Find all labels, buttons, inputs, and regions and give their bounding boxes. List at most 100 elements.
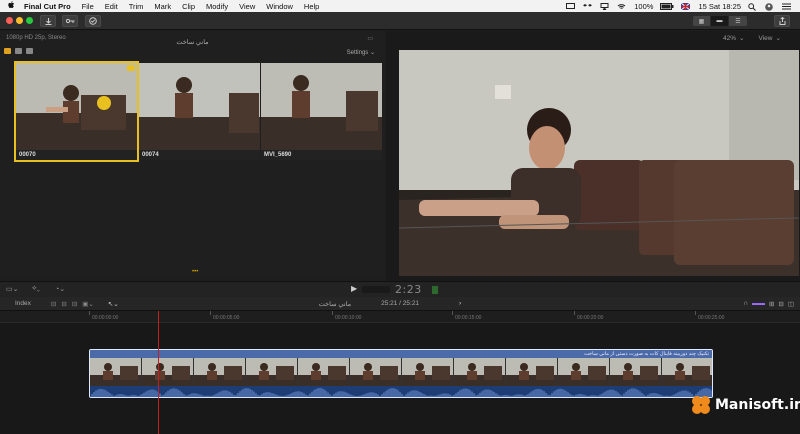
- clip-name: 00074: [139, 150, 260, 160]
- audio-lanes-icon[interactable]: ⊟: [778, 300, 783, 308]
- dropbox-icon[interactable]: [583, 3, 593, 10]
- connect-clip-icon[interactable]: ⊟: [51, 300, 56, 308]
- filmstrip-frame: [610, 358, 662, 386]
- select-tool-icon[interactable]: ↖⌄: [108, 300, 119, 308]
- ruler-label: 00:00:05:00: [213, 315, 240, 321]
- menu-modify[interactable]: Modify: [206, 2, 228, 11]
- menu-window[interactable]: Window: [266, 2, 293, 11]
- filmstrip-frame: [142, 358, 194, 386]
- timeline-ruler[interactable]: 00:00:00:00 00:00:05:00 00:00:10:00 00:0…: [0, 311, 800, 323]
- menu-trim[interactable]: Trim: [129, 2, 144, 11]
- clock: 15 Sat 18:25: [698, 1, 741, 11]
- play-button[interactable]: ▶: [351, 284, 357, 293]
- menu-help[interactable]: Help: [304, 2, 319, 11]
- menu-edit[interactable]: Edit: [105, 2, 118, 11]
- wifi-icon[interactable]: [617, 3, 627, 10]
- search-icon[interactable]: [748, 2, 758, 11]
- menu-clip[interactable]: Clip: [182, 2, 195, 11]
- music-icon[interactable]: [26, 48, 33, 54]
- airplay-icon[interactable]: [600, 2, 610, 10]
- filmstrip-frame: [194, 358, 246, 386]
- share-button[interactable]: [774, 15, 790, 27]
- viewer-panel: 42% ⌄ View ⌄: [386, 31, 800, 281]
- watermark-text: Manisoft.ir: [715, 397, 800, 413]
- share-icon: [779, 17, 785, 25]
- audio-meter-icon: [432, 286, 438, 294]
- index-button[interactable]: Index: [15, 300, 31, 307]
- menu-final-cut-pro[interactable]: Final Cut Pro: [24, 2, 71, 11]
- timeline-header: Index ⊟ ⊟ ⊟ ▣⌄ ↖⌄ ماني ساخت 25:21 / 25:2…: [0, 297, 800, 311]
- skimming-icon[interactable]: ▬▬: [752, 300, 765, 307]
- overwrite-clip-icon[interactable]: ▣⌄: [82, 300, 94, 308]
- key-icon: [65, 18, 74, 24]
- clip-name: 00070: [16, 150, 137, 160]
- transform-tool-icon[interactable]: ⟡⌄: [32, 285, 40, 293]
- apple-icon[interactable]: [8, 1, 18, 11]
- filmstrip-frame: [402, 358, 454, 386]
- zoom-slider-icon[interactable]: ◫: [788, 300, 794, 308]
- filmstrip-frame: [350, 358, 402, 386]
- filmstrip-frame: [90, 358, 142, 386]
- close-button[interactable]: [6, 17, 13, 24]
- chevron-right-icon[interactable]: ›: [459, 300, 461, 307]
- zoom-level[interactable]: 42%: [723, 35, 736, 42]
- speed-tool-icon[interactable]: ◔⌄: [55, 285, 65, 293]
- browser-panel: 1080p HD 25p, Stereo ▭ ماني ساخت Setting…: [0, 31, 385, 276]
- filmstrip-frame: [558, 358, 610, 386]
- photos-icon[interactable]: [15, 48, 22, 54]
- project-duration: 25:21 / 25:21: [381, 300, 420, 307]
- timeline-clip[interactable]: تکنیک چند دوربینه فاینال کات به صورت دست…: [89, 349, 713, 398]
- settings-button[interactable]: Settings ⌄: [347, 49, 375, 56]
- view-menu[interactable]: View: [758, 35, 772, 42]
- battery-percent: 100%: [634, 1, 654, 11]
- ruler-label: 00:00:15:00: [455, 315, 482, 321]
- library-icon[interactable]: [4, 48, 11, 54]
- browser-toggle-icon[interactable]: ▦: [693, 16, 711, 26]
- resize-handle-icon[interactable]: •••: [192, 269, 198, 275]
- filmstrip-frame: [298, 358, 350, 386]
- timecode-background: [362, 286, 390, 293]
- ruler-label: 00:00:20:00: [577, 315, 604, 321]
- timeline-toggle-icon[interactable]: ▬: [711, 16, 729, 26]
- clip-preview: [16, 63, 137, 150]
- clip-thumbnail[interactable]: 00070: [14, 61, 139, 162]
- timeline-area[interactable]: تکنیک چند دوربینه فاینال کات به صورت دست…: [0, 323, 800, 434]
- manisoft-logo-icon: [692, 396, 710, 414]
- ruler-label: 00:00:10:00: [335, 315, 362, 321]
- menu-view[interactable]: View: [239, 2, 255, 11]
- chevron-down-icon: ⌄: [739, 35, 745, 42]
- user-avatar-icon[interactable]: [765, 2, 775, 11]
- zoom-button[interactable]: [26, 17, 33, 24]
- notification-list-icon[interactable]: [782, 3, 792, 10]
- filmstrip-frame: [506, 358, 558, 386]
- clip-thumbnail[interactable]: 00074: [139, 63, 260, 160]
- clip-appearance-icon[interactable]: ▭⌄: [6, 285, 18, 293]
- filmstrip-frame: [662, 358, 712, 386]
- import-button[interactable]: [40, 15, 56, 27]
- viewer-controls-bar: ▭⌄ ⟡⌄ ◔⌄ ▶ 2:23: [0, 281, 800, 297]
- keyword-button[interactable]: [62, 15, 78, 27]
- flag-icon[interactable]: [681, 2, 691, 10]
- download-icon: [45, 17, 51, 25]
- inspector-toggle-icon[interactable]: ☰: [729, 16, 747, 26]
- video-viewer[interactable]: [399, 50, 799, 276]
- minimize-button[interactable]: [16, 17, 23, 24]
- display-icon[interactable]: [566, 2, 576, 10]
- playhead[interactable]: [158, 311, 159, 434]
- multicam-badge-icon: [127, 65, 135, 71]
- clip-preview: [139, 63, 260, 150]
- headphones-icon[interactable]: ∩: [743, 300, 748, 307]
- filmstrip-frame: [454, 358, 506, 386]
- clip-appearance-timeline-icon[interactable]: ⊞: [769, 300, 774, 308]
- append-clip-icon[interactable]: ⊟: [72, 300, 77, 308]
- background-tasks-button[interactable]: [85, 15, 101, 27]
- clip-thumbnail[interactable]: MVI_5690: [261, 63, 382, 160]
- timecode-display[interactable]: 2:23: [395, 283, 422, 296]
- battery-icon[interactable]: [660, 2, 674, 10]
- insert-clip-icon[interactable]: ⊟: [61, 300, 66, 308]
- checkmark-icon: [89, 17, 97, 25]
- menubar: Final Cut Pro File Edit Trim Mark Clip M…: [0, 0, 800, 12]
- menu-mark[interactable]: Mark: [154, 2, 171, 11]
- workspace-toggle[interactable]: ▦ ▬ ☰: [693, 16, 747, 26]
- menu-file[interactable]: File: [82, 2, 94, 11]
